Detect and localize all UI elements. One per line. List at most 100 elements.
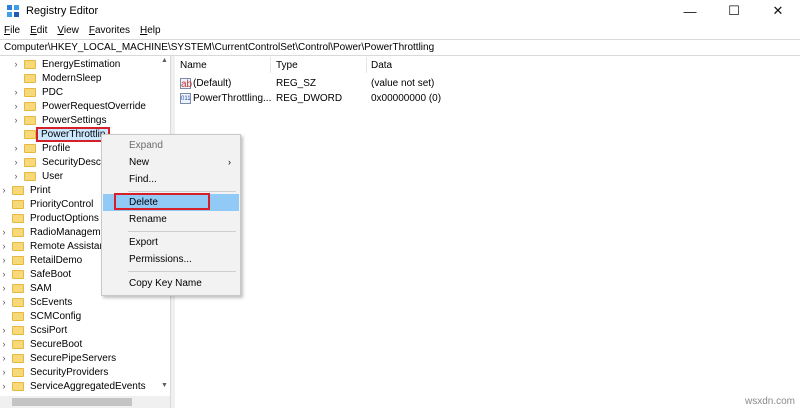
tree-item[interactable]: › EnergyEstimation (12, 57, 121, 71)
folder-icon (12, 283, 24, 293)
table-row[interactable]: 011 PowerThrottling... REG_DWORD 0x00000… (180, 93, 800, 107)
tree-item[interactable]: › SecurePipeServers (0, 351, 117, 365)
column-divider[interactable] (270, 57, 271, 73)
binary-value-icon: 011 (180, 93, 191, 104)
expand-chevron-icon[interactable]: › (0, 283, 8, 293)
tree-item[interactable]: › ServiceAggregatedEvents (0, 379, 146, 393)
maximize-icon: ☐ (728, 3, 740, 18)
expand-chevron-icon[interactable]: › (0, 381, 8, 391)
value-data: 0x00000000 (0) (371, 93, 442, 104)
menu-item-rename[interactable]: Rename (103, 211, 239, 228)
folder-icon (24, 101, 36, 111)
value-type: REG_SZ (276, 78, 317, 89)
menu-item-copy-key-name[interactable]: Copy Key Name (103, 275, 239, 292)
scroll-down-arrow-icon[interactable]: ▼ (161, 382, 168, 389)
expand-chevron-icon[interactable]: › (12, 59, 20, 69)
tree-item[interactable]: › User (12, 169, 64, 183)
maximize-button[interactable]: ☐ (712, 0, 756, 22)
folder-icon (12, 255, 24, 265)
tree-item[interactable]: › SAM (0, 281, 52, 295)
tree-item[interactable]: ›SCMConfig (0, 309, 81, 323)
tree-item[interactable]: › SafeBoot (0, 267, 72, 281)
column-header-type[interactable]: Type (276, 60, 298, 71)
folder-icon (12, 297, 24, 307)
value-name: (Default) (193, 78, 232, 89)
tree-item[interactable]: › ScEvents (0, 295, 73, 309)
expand-chevron-icon[interactable]: › (0, 339, 8, 349)
expand-chevron-icon[interactable]: › (0, 325, 8, 335)
menu-file[interactable]: File (4, 25, 20, 36)
column-divider[interactable] (366, 57, 367, 73)
menu-item-find[interactable]: Find... (103, 171, 239, 188)
tree-item[interactable]: › Print (0, 183, 51, 197)
expand-chevron-icon[interactable]: › (12, 87, 20, 97)
close-icon: ✕ (772, 3, 784, 18)
folder-icon (24, 129, 36, 139)
address-bar[interactable]: Computer\HKEY_LOCAL_MACHINE\SYSTEM\Curre… (0, 39, 800, 56)
expand-chevron-icon[interactable]: › (0, 353, 8, 363)
menu-favorites[interactable]: Favorites (89, 25, 130, 36)
scroll-thumb[interactable] (12, 398, 132, 406)
submenu-arrow-icon: › (228, 157, 231, 167)
expand-chevron-icon[interactable]: › (0, 269, 8, 279)
minimize-button[interactable]: — (668, 0, 712, 22)
menu-item-permissions[interactable]: Permissions... (103, 251, 239, 268)
expand-chevron-icon[interactable]: › (12, 157, 20, 167)
folder-icon (12, 381, 24, 391)
tree-item[interactable]: › Profile (12, 141, 71, 155)
tree-item[interactable]: ›PriorityControl (0, 197, 93, 211)
expand-chevron-icon[interactable]: › (0, 367, 8, 377)
tree-item[interactable]: › PowerSettings (12, 113, 107, 127)
folder-icon (12, 241, 24, 251)
expand-chevron-icon[interactable]: › (12, 171, 20, 181)
scroll-up-arrow-icon[interactable]: ▲ (161, 57, 168, 64)
folder-icon (12, 269, 24, 279)
expand-chevron-icon[interactable]: › (0, 227, 8, 237)
tree-item[interactable]: › SecurityDescrip (12, 155, 113, 169)
expand-chevron-icon[interactable]: › (0, 255, 8, 265)
folder-icon (24, 87, 36, 97)
menu-separator (128, 191, 236, 192)
folder-icon (24, 73, 36, 83)
tree-item[interactable]: › PDC (12, 85, 64, 99)
menu-item-new[interactable]: New › (103, 154, 239, 171)
menu-bar: File Edit View Favorites Help (0, 22, 800, 39)
context-menu: Expand New › Find... Delete Rename Export… (101, 134, 241, 296)
menu-separator (128, 271, 236, 272)
close-button[interactable]: ✕ (756, 0, 800, 22)
menu-item-delete[interactable]: Delete (103, 193, 239, 211)
tree-item[interactable]: ›ModernSleep (12, 71, 101, 85)
column-header-data[interactable]: Data (371, 60, 392, 71)
tree-item-selected[interactable]: ›PowerThrottlin (12, 126, 111, 142)
folder-icon (24, 143, 36, 153)
menu-help[interactable]: Help (140, 25, 161, 36)
tree-item[interactable]: › Remote Assistanc (0, 239, 111, 253)
expand-chevron-icon[interactable]: › (0, 297, 8, 307)
expand-chevron-icon[interactable]: › (12, 115, 20, 125)
column-header-name[interactable]: Name (180, 60, 207, 71)
tree-item[interactable]: › ScsiPort (0, 323, 68, 337)
expand-chevron-icon[interactable]: › (0, 185, 8, 195)
expand-chevron-icon[interactable]: › (12, 101, 20, 111)
table-row[interactable]: ab (Default) REG_SZ (value not set) (180, 78, 800, 92)
folder-icon (24, 59, 36, 69)
string-value-icon: ab (180, 78, 193, 90)
tree-item[interactable]: › RadioManagemer (0, 225, 110, 239)
tree-item[interactable]: › SecureBoot (0, 337, 83, 351)
folder-icon (12, 367, 24, 377)
menu-edit[interactable]: Edit (30, 25, 47, 36)
tree-item[interactable]: › PowerRequestOverride (12, 99, 146, 113)
tree-horizontal-scrollbar[interactable] (0, 396, 170, 408)
folder-icon (12, 311, 24, 321)
tree-item[interactable]: › RetailDemo (0, 253, 83, 267)
folder-icon (12, 339, 24, 349)
tree-item[interactable]: ›ProductOptions (0, 211, 99, 225)
menu-item-export[interactable]: Export (103, 234, 239, 251)
tree-item[interactable]: › SecurityProviders (0, 365, 109, 379)
menu-view[interactable]: View (57, 25, 79, 36)
folder-icon (24, 171, 36, 181)
menu-separator (128, 231, 236, 232)
menu-item-expand[interactable]: Expand (103, 137, 239, 154)
expand-chevron-icon[interactable]: › (12, 143, 20, 153)
expand-chevron-icon[interactable]: › (0, 241, 8, 251)
